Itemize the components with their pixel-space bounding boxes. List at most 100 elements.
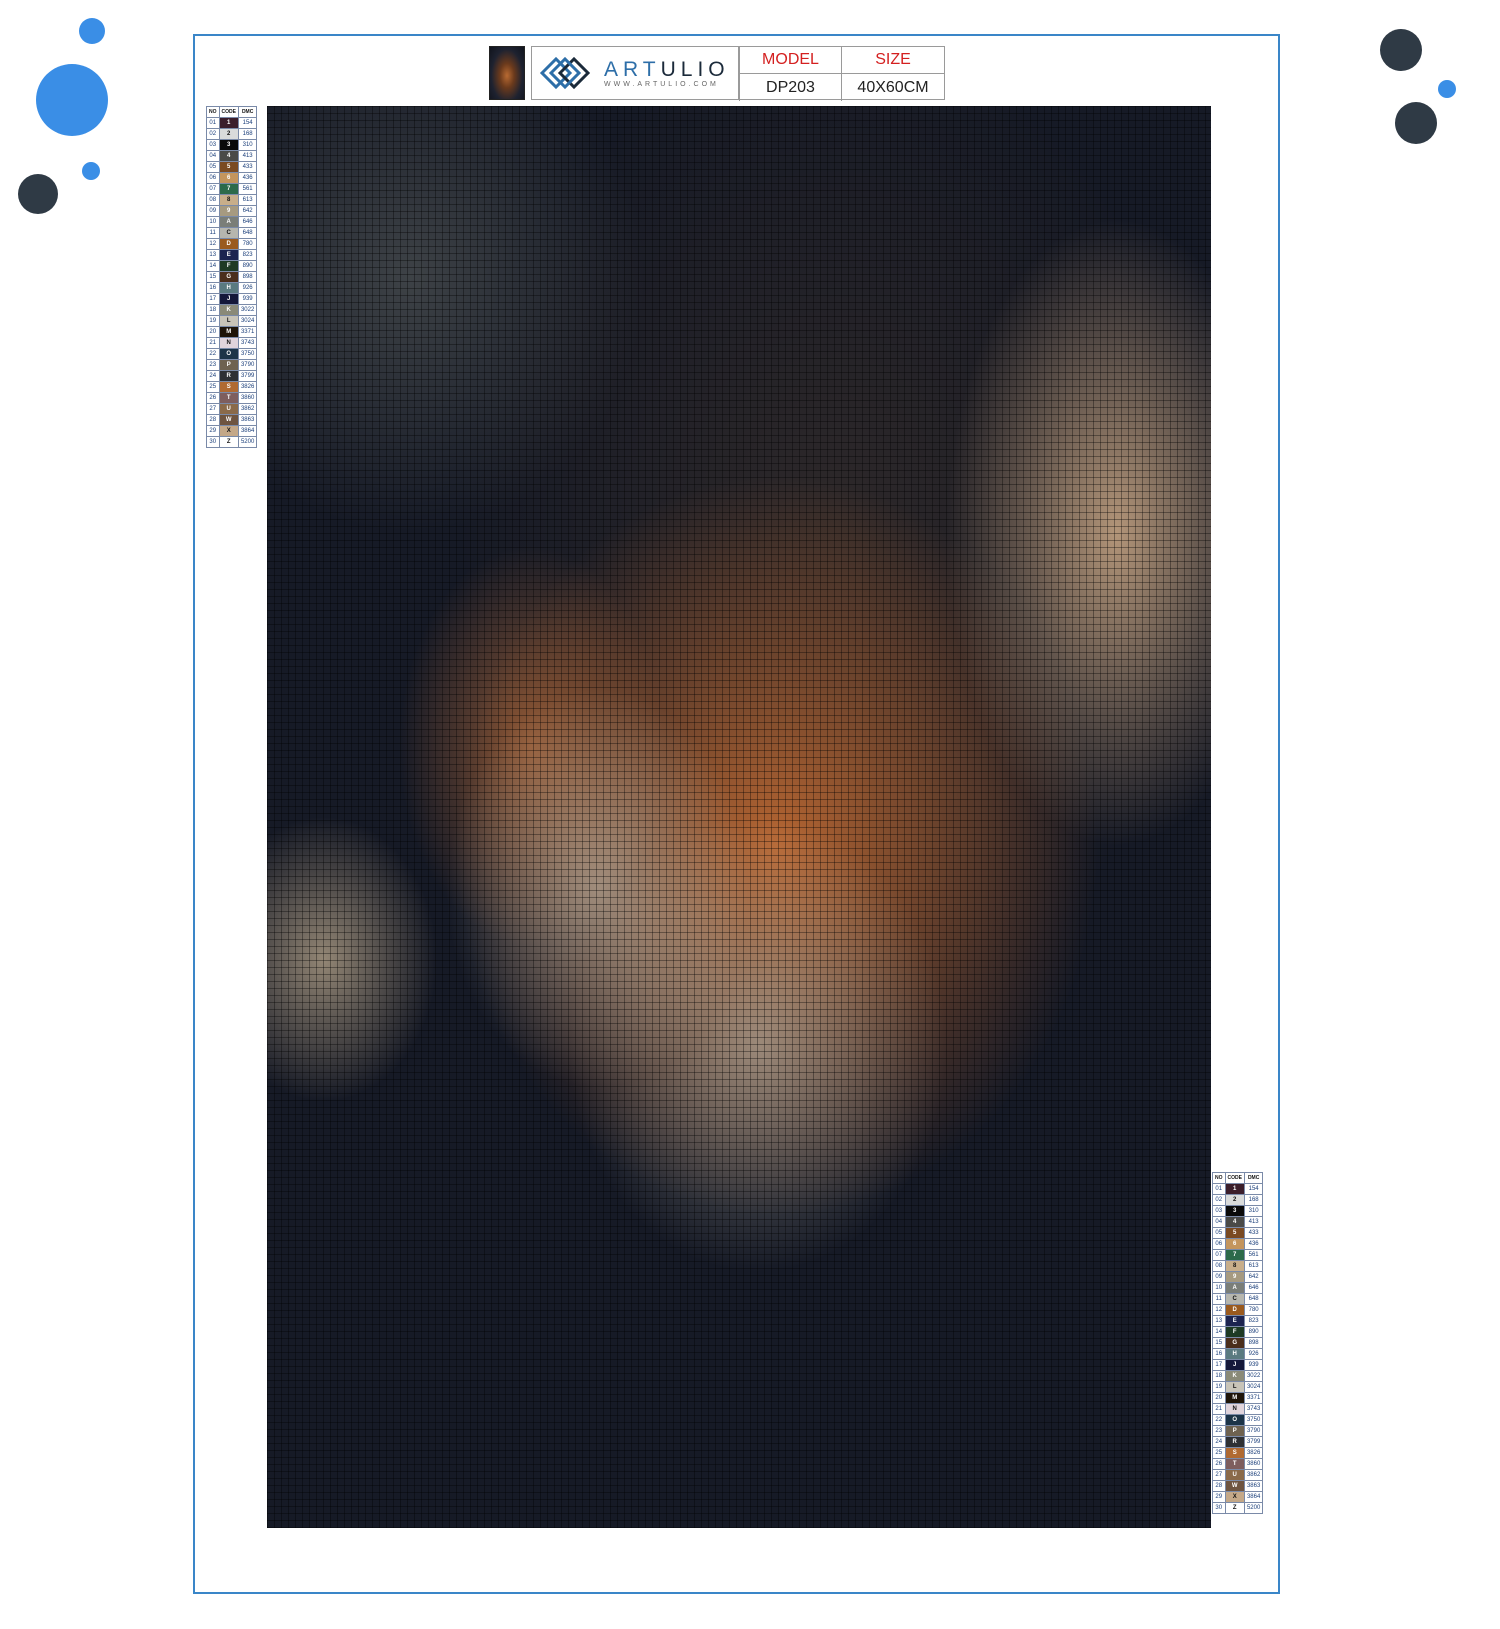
legend-row: 22 O 3750 — [1212, 1414, 1264, 1426]
legend-no: 23 — [206, 359, 220, 371]
legend-dmc: 3860 — [237, 392, 258, 404]
legend-code-swatch: M — [1224, 1392, 1245, 1404]
legend-code-swatch: A — [1224, 1282, 1245, 1294]
legend-no: 08 — [206, 194, 220, 206]
legend-row: 25 S 3826 — [206, 381, 258, 393]
legend-row: 26 T 3860 — [206, 392, 258, 404]
legend-dmc: 561 — [237, 183, 258, 195]
legend-row: 29 X 3864 — [206, 425, 258, 437]
legend-code-swatch: 9 — [1224, 1271, 1245, 1283]
legend-row: 04 4 413 — [1212, 1216, 1264, 1228]
legend-row: 28 W 3863 — [1212, 1480, 1264, 1492]
legend-code-swatch: U — [218, 403, 239, 415]
legend-no: 22 — [1212, 1414, 1226, 1426]
legend-code-swatch: 4 — [1224, 1216, 1245, 1228]
legend-row: 15 G 898 — [206, 271, 258, 283]
legend-row: 09 9 642 — [206, 205, 258, 217]
legend-code-swatch: E — [1224, 1315, 1245, 1327]
legend-dmc: 3750 — [1243, 1414, 1264, 1426]
legend-code-swatch: X — [1224, 1491, 1245, 1503]
legend-row: 18 K 3022 — [206, 304, 258, 316]
legend-dmc: 613 — [237, 194, 258, 206]
legend-dmc: 154 — [237, 117, 258, 129]
legend-row: 10 A 646 — [206, 216, 258, 228]
legend-row: 05 5 433 — [206, 161, 258, 173]
legend-dmc: 5200 — [1243, 1502, 1264, 1514]
legend-row: 30 Z 5200 — [206, 436, 258, 448]
legend-no: 24 — [206, 370, 220, 382]
brand-logo: ARTULIO WWW.ARTULIO.COM — [531, 46, 739, 100]
legend-dmc: 561 — [1243, 1249, 1264, 1261]
legend-no: 11 — [206, 227, 220, 239]
legend-dmc: 890 — [1243, 1326, 1264, 1338]
legend-dmc: 3743 — [237, 337, 258, 349]
legend-row: 11 C 648 — [1212, 1293, 1264, 1305]
legend-row: 14 F 890 — [206, 260, 258, 272]
legend-code-swatch: R — [218, 370, 239, 382]
legend-code-swatch: 4 — [218, 150, 239, 162]
legend-row: 20 M 3371 — [1212, 1392, 1264, 1404]
legend-dmc: 413 — [1243, 1216, 1264, 1228]
legend-row: 16 H 926 — [206, 282, 258, 294]
legend-no: 18 — [1212, 1370, 1226, 1382]
legend-row: 05 5 433 — [1212, 1227, 1264, 1239]
legend-row: 20 M 3371 — [206, 326, 258, 338]
legend-code-swatch: H — [218, 282, 239, 294]
legend-dmc: 823 — [1243, 1315, 1264, 1327]
legend-dmc: 413 — [237, 150, 258, 162]
legend-row: 08 8 613 — [206, 194, 258, 206]
dark-circle-icon — [18, 174, 58, 214]
legend-no: 21 — [206, 337, 220, 349]
legend-code-swatch: W — [1224, 1480, 1245, 1492]
legend-row: 09 9 642 — [1212, 1271, 1264, 1283]
legend-no: 19 — [206, 315, 220, 327]
legend-code-swatch: S — [218, 381, 239, 393]
legend-row: 07 7 561 — [206, 183, 258, 195]
legend-row: 01 1 154 — [206, 117, 258, 129]
model-label: MODEL — [739, 47, 841, 74]
legend-no: 17 — [1212, 1359, 1226, 1371]
legend-header-code: CODE — [1224, 1172, 1245, 1184]
legend-code-swatch: Z — [1224, 1502, 1245, 1514]
legend-code-swatch: F — [1224, 1326, 1245, 1338]
legend-row: 30 Z 5200 — [1212, 1502, 1264, 1514]
legend-dmc: 168 — [1243, 1194, 1264, 1206]
legend-dmc: 433 — [1243, 1227, 1264, 1239]
brand-url: WWW.ARTULIO.COM — [604, 80, 719, 88]
legend-dmc: 3799 — [237, 370, 258, 382]
legend-row: 02 2 168 — [1212, 1194, 1264, 1206]
blue-circle-icon — [36, 64, 108, 136]
legend-no: 04 — [206, 150, 220, 162]
legend-no: 06 — [1212, 1238, 1226, 1250]
diamond-painting-tiger-image — [267, 106, 1211, 1528]
legend-row: 23 P 3790 — [1212, 1425, 1264, 1437]
legend-no: 03 — [206, 139, 220, 151]
legend-no: 03 — [1212, 1205, 1226, 1217]
legend-no: 23 — [1212, 1425, 1226, 1437]
legend-code-swatch: Z — [218, 436, 239, 448]
legend-no: 04 — [1212, 1216, 1226, 1228]
legend-code-swatch: K — [218, 304, 239, 316]
legend-dmc: 613 — [1243, 1260, 1264, 1272]
legend-dmc: 890 — [237, 260, 258, 272]
legend-no: 16 — [206, 282, 220, 294]
legend-no: 01 — [206, 117, 220, 129]
legend-code-swatch: O — [218, 348, 239, 360]
legend-dmc: 648 — [237, 227, 258, 239]
legend-code-swatch: 5 — [1224, 1227, 1245, 1239]
legend-row: 15 G 898 — [1212, 1337, 1264, 1349]
legend-no: 21 — [1212, 1403, 1226, 1415]
legend-row: 19 L 3024 — [206, 315, 258, 327]
legend-no: 13 — [206, 249, 220, 261]
legend-code-swatch: 6 — [218, 172, 239, 184]
legend-no: 17 — [206, 293, 220, 305]
legend-no: 29 — [1212, 1491, 1226, 1503]
legend-row: 03 3 310 — [206, 139, 258, 151]
legend-code-swatch: O — [1224, 1414, 1245, 1426]
legend-dmc: 310 — [1243, 1205, 1264, 1217]
legend-code-swatch: A — [218, 216, 239, 228]
legend-row: 12 D 780 — [206, 238, 258, 250]
legend-dmc: 648 — [1243, 1293, 1264, 1305]
legend-code-swatch: 8 — [1224, 1260, 1245, 1272]
legend-no: 05 — [1212, 1227, 1226, 1239]
